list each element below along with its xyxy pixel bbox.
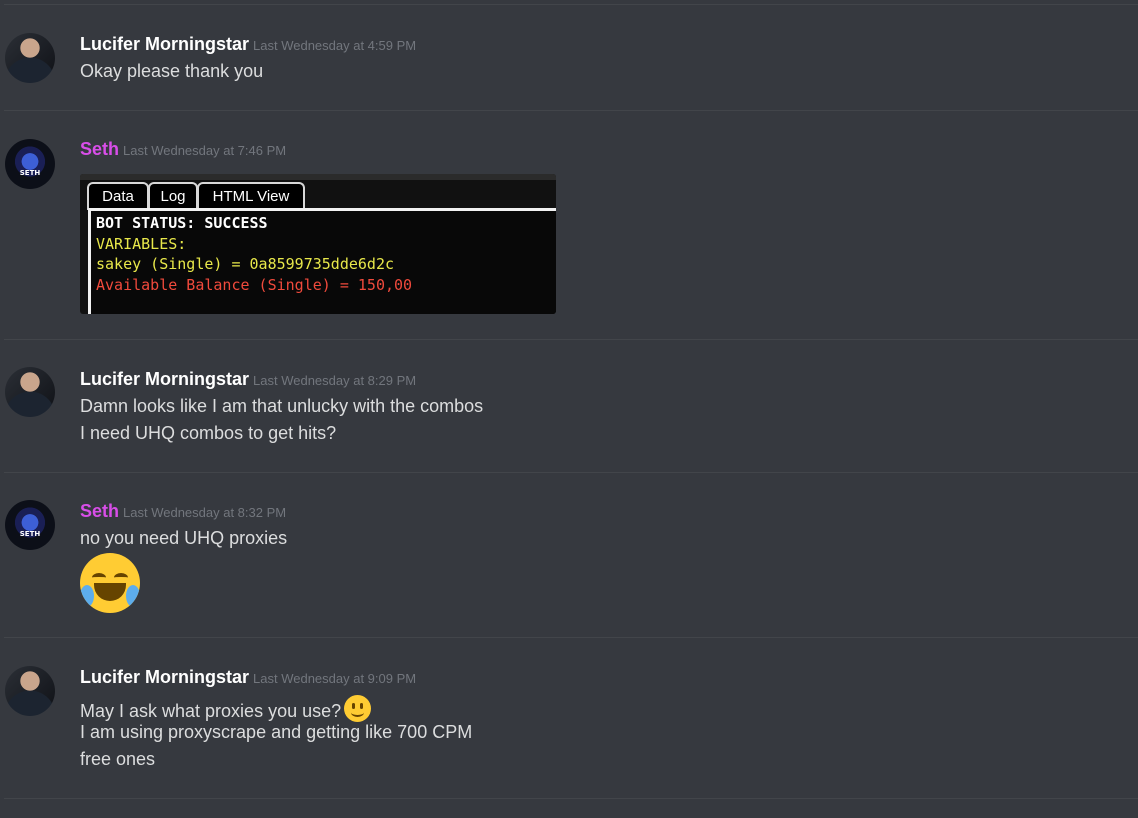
message-text: I need UHQ combos to get hits? bbox=[80, 423, 337, 443]
output-line-status: BOT STATUS: SUCCESS bbox=[96, 214, 268, 232]
emoji-tear bbox=[126, 585, 140, 607]
avatar[interactable] bbox=[5, 367, 55, 417]
emoji-mouth bbox=[94, 583, 126, 601]
author-name[interactable]: Seth bbox=[80, 501, 119, 521]
emoji-eye bbox=[114, 573, 128, 582]
tab-log: Log bbox=[148, 182, 198, 210]
image-attachment[interactable]: Data Log HTML View BOT STATUS: SUCCESS V… bbox=[80, 174, 556, 314]
message-text: May I ask what proxies you use? bbox=[80, 695, 372, 722]
emoji-tear bbox=[80, 585, 94, 607]
emoji-mouth bbox=[351, 708, 365, 717]
avatar[interactable] bbox=[5, 33, 55, 83]
message-divider bbox=[4, 637, 1138, 638]
avatar[interactable] bbox=[5, 139, 55, 189]
message-text: no you need UHQ proxies bbox=[80, 528, 288, 548]
author-name[interactable]: Lucifer Morningstar bbox=[80, 369, 249, 389]
message-divider bbox=[4, 339, 1138, 340]
message-text: Damn looks like I am that unlucky with t… bbox=[80, 396, 484, 416]
emoji-eye bbox=[92, 573, 106, 582]
tab-html-view: HTML View bbox=[197, 182, 305, 210]
timestamp: Last Wednesday at 4:59 PM bbox=[253, 38, 417, 53]
joy-emoji[interactable] bbox=[80, 553, 140, 613]
attachment-output-pane: BOT STATUS: SUCCESS VARIABLES: sakey (Si… bbox=[88, 208, 556, 314]
attachment-titlebar bbox=[80, 174, 556, 180]
timestamp: Last Wednesday at 8:32 PM bbox=[123, 505, 287, 520]
message-text: Okay please thank you bbox=[80, 61, 264, 81]
timestamp: Last Wednesday at 9:09 PM bbox=[253, 671, 417, 686]
message-text-content: May I ask what proxies you use? bbox=[80, 701, 342, 721]
slightly-smiling-emoji[interactable] bbox=[344, 695, 372, 722]
chat-messages: Lucifer Morningstar Last Wednesday at 4:5… bbox=[0, 0, 1138, 818]
author-name[interactable]: Lucifer Morningstar bbox=[80, 34, 249, 54]
timestamp: Last Wednesday at 7:46 PM bbox=[123, 143, 287, 158]
message-divider bbox=[4, 4, 1138, 5]
message-divider bbox=[4, 472, 1138, 473]
tab-data: Data bbox=[87, 182, 149, 210]
message-text: free ones bbox=[80, 749, 156, 769]
message-text: I am using proxyscrape and getting like … bbox=[80, 722, 473, 742]
author-name[interactable]: Seth bbox=[80, 139, 119, 159]
output-line-variables: VARIABLES: bbox=[96, 234, 187, 253]
timestamp: Last Wednesday at 8:29 PM bbox=[253, 373, 417, 388]
output-line-sakey: sakey (Single) = 0a8599735dde6d2c bbox=[96, 255, 395, 273]
avatar[interactable] bbox=[5, 500, 55, 550]
author-name[interactable]: Lucifer Morningstar bbox=[80, 667, 249, 687]
avatar[interactable] bbox=[5, 666, 55, 716]
output-line-balance: Available Balance (Single) = 150,00 bbox=[96, 275, 413, 294]
message-divider bbox=[4, 110, 1138, 111]
message-divider bbox=[4, 798, 1138, 799]
